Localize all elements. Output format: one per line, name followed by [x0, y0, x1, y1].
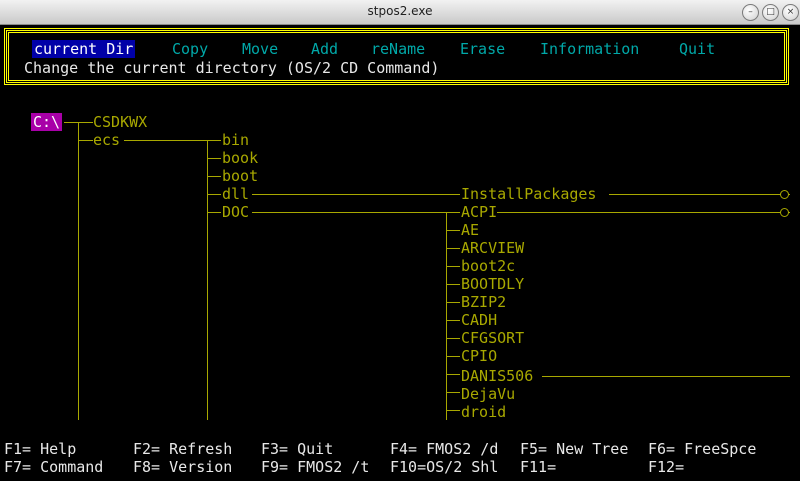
tree-connector-lines: [64, 122, 790, 420]
tree-node-bootdly[interactable]: BOOTDLY: [461, 275, 524, 293]
tree-node-cfgsort[interactable]: CFGSORT: [461, 329, 524, 347]
tree-root-drive[interactable]: C:\: [31, 113, 63, 131]
fkey-f7-command[interactable]: F7= Command: [4, 458, 103, 476]
tree-node-dll[interactable]: dll: [222, 185, 249, 203]
tree-node-doc[interactable]: DOC: [222, 203, 249, 221]
tree-node-csdkwx[interactable]: CSDKWX: [93, 113, 147, 131]
tree-node-boot2c[interactable]: boot2c: [461, 257, 515, 275]
tree-node-cpio[interactable]: CPIO: [461, 347, 497, 365]
tree-node-installpackages[interactable]: InstallPackages: [461, 185, 596, 203]
tree-node-book[interactable]: book: [222, 149, 258, 167]
tree-node-droid[interactable]: droid: [461, 403, 506, 421]
fkey-f1-help[interactable]: F1= Help: [4, 440, 76, 458]
fkey-f6-freespce[interactable]: F6= FreeSpce: [648, 440, 756, 458]
tree-node-dejavu[interactable]: DejaVu: [461, 385, 515, 403]
fkey-f12[interactable]: F12=: [648, 458, 684, 476]
tree-node-arcview[interactable]: ARCVIEW: [461, 239, 524, 257]
tree-node-bin[interactable]: bin: [222, 131, 249, 149]
tree-node-ae[interactable]: AE: [461, 221, 479, 239]
fkey-f11[interactable]: F11=: [520, 458, 556, 476]
fkey-f2-refresh[interactable]: F2= Refresh: [133, 440, 232, 458]
fkey-f5-new-tree[interactable]: F5= New Tree: [520, 440, 628, 458]
tree-node-boot[interactable]: boot: [222, 167, 258, 185]
tree-node-acpi[interactable]: ACPI: [461, 203, 497, 221]
app-window: stpos2.exe – □ × current Dir Copy Move A…: [0, 0, 800, 481]
fkey-f4-fmos2-d[interactable]: F4= FMOS2 /d: [390, 440, 498, 458]
tree-node-ecs[interactable]: ecs: [93, 131, 120, 149]
fkey-f9-fmos2-t[interactable]: F9= FMOS2 /t: [261, 458, 369, 476]
tree-node-cadh[interactable]: CADH: [461, 311, 497, 329]
fkey-f8-version[interactable]: F8= Version: [133, 458, 232, 476]
fkey-f10-os2-shell[interactable]: F10=OS/2 Shl: [390, 458, 498, 476]
tree-node-bzip2[interactable]: BZIP2: [461, 293, 506, 311]
tree-node-danis506[interactable]: DANIS506: [461, 367, 533, 385]
fkey-f3-quit[interactable]: F3= Quit: [261, 440, 333, 458]
